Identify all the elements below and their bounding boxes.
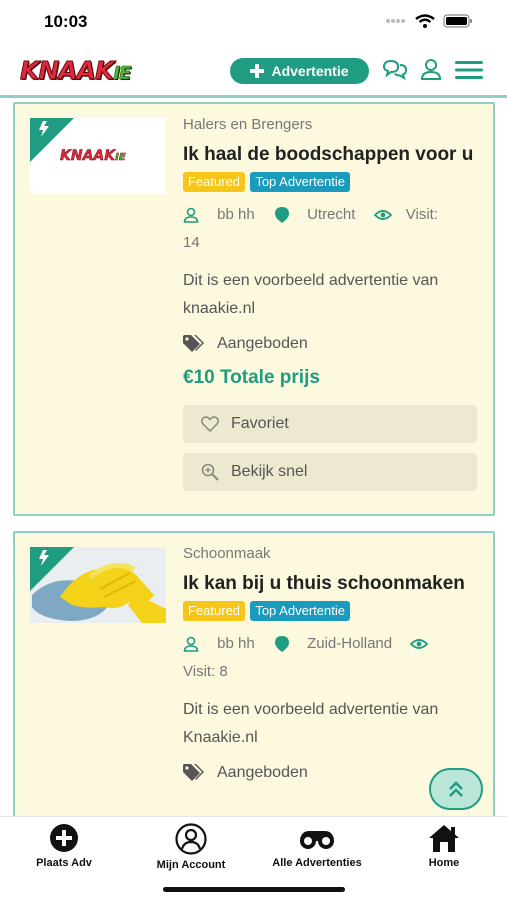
binoculars-icon: [300, 831, 334, 849]
app-header: KNAAKIE Advertentie: [0, 44, 507, 98]
quick-view-label: Bekijk snel: [231, 463, 308, 481]
nav-all-ads-label: Alle Advertenties: [272, 857, 362, 869]
ad-category[interactable]: Schoonmaak: [183, 545, 477, 562]
status-icons: [385, 14, 473, 28]
user-icon: [183, 636, 199, 652]
ad-title-block[interactable]: Ik kan bij u thuis schoonmaken Featured …: [183, 570, 477, 626]
ad-user: bb hh: [217, 206, 255, 224]
ad-card[interactable]: Schoonmaak Ik kan bij u thuis schoonmake…: [13, 531, 495, 816]
signal-icon: [386, 19, 405, 23]
ad-title-block[interactable]: Ik haal de boodschappen voor u Featured …: [183, 141, 477, 197]
add-advertisement-button[interactable]: Advertentie: [230, 58, 369, 84]
nav-post-ad-label: Plaats Adv: [36, 857, 92, 869]
nav-my-account-label: Mijn Account: [156, 859, 226, 871]
logo-suffix-text: IE: [113, 63, 132, 85]
ad-title[interactable]: Ik kan bij u thuis schoonmaken: [183, 573, 465, 594]
ad-price: €10 Totale prijs: [183, 367, 320, 389]
ad-user: bb hh: [217, 635, 255, 653]
ad-location: Utrecht: [307, 206, 356, 224]
lightning-icon: [39, 550, 49, 566]
ad-meta: bb hh Utrecht Visit: 14: [183, 201, 477, 257]
ad-image-logo-suffix: IE: [115, 152, 126, 164]
ad-details: Schoonmaak Ik kan bij u thuis schoonmake…: [183, 545, 477, 782]
bottom-navigation: Plaats Adv Mijn Account Alle Advertentie…: [0, 816, 507, 900]
knaakie-logo[interactable]: KNAAKIE: [19, 56, 132, 86]
top-ad-badge: Top Advertentie: [250, 601, 350, 621]
zoom-icon: [201, 463, 219, 481]
plus-circle-icon: [50, 824, 78, 852]
nav-all-ads[interactable]: Alle Advertenties: [262, 823, 372, 869]
location-pin-icon: [274, 636, 289, 653]
account-icon: [175, 823, 207, 855]
ad-offer-type-label: Aangeboden: [217, 335, 308, 353]
nav-home[interactable]: Home: [414, 823, 474, 869]
user-icon[interactable]: [420, 58, 442, 80]
ad-visits-label: Visit:: [183, 663, 216, 681]
tags-icon: [183, 335, 204, 353]
ad-location: Zuid-Holland: [307, 635, 393, 653]
plus-icon: [250, 64, 265, 78]
ad-offer-type: Aangeboden: [183, 335, 477, 353]
ad-list[interactable]: KNAAKIE Halers en Brengers Ik haal de bo…: [0, 100, 507, 816]
nav-my-account[interactable]: Mijn Account: [146, 823, 236, 871]
ad-title[interactable]: Ik haal de boodschappen voor u: [183, 144, 473, 165]
ad-visits-label: Visit:: [405, 206, 438, 224]
eye-icon: [373, 210, 392, 220]
double-chevron-up-icon: [449, 781, 463, 797]
quick-view-button[interactable]: Bekijk snel: [183, 453, 477, 492]
status-bar: 10:03: [0, 0, 507, 44]
ad-visits-count: 14: [183, 234, 200, 252]
ad-meta: bb hh Zuid-Holland Visit: 8: [183, 630, 477, 686]
nav-post-ad[interactable]: Plaats Adv: [22, 823, 106, 869]
nav-home-label: Home: [428, 857, 460, 869]
eye-icon: [410, 639, 429, 649]
ad-category[interactable]: Halers en Brengers: [183, 116, 477, 133]
chat-icon[interactable]: [382, 58, 408, 80]
ad-details: Halers en Brengers Ik haal de boodschapp…: [183, 116, 477, 492]
menu-icon[interactable]: [455, 61, 483, 79]
featured-ribbon: [30, 118, 74, 162]
location-pin-icon: [274, 207, 289, 224]
ad-description: Dit is een voorbeeld advertentie van kna…: [183, 272, 439, 318]
status-time: 10:03: [44, 12, 88, 31]
add-advertisement-label: Advertentie: [271, 63, 349, 79]
featured-ribbon: [30, 547, 74, 591]
favorite-button[interactable]: Favoriet: [183, 405, 477, 444]
tags-icon: [183, 764, 204, 782]
top-ad-badge: Top Advertentie: [250, 172, 350, 192]
featured-badge: Featured: [183, 601, 246, 621]
featured-badge: Featured: [183, 172, 246, 192]
ad-offer-type-label: Aangeboden: [217, 764, 308, 782]
battery-icon: [443, 14, 472, 28]
scroll-to-top-button[interactable]: [429, 768, 483, 810]
ad-description: Dit is een voorbeeld advertentie van Kna…: [183, 701, 439, 747]
ad-visits-count: 8: [219, 663, 228, 681]
heart-icon: [201, 416, 219, 433]
ad-card[interactable]: KNAAKIE Halers en Brengers Ik haal de bo…: [13, 102, 495, 516]
lightning-icon: [39, 121, 49, 137]
home-icon: [429, 825, 459, 852]
logo-main-text: KNAAK: [19, 56, 114, 86]
favorite-label: Favoriet: [231, 415, 289, 433]
user-icon: [183, 207, 199, 223]
home-indicator: [163, 887, 345, 892]
wifi-icon: [415, 14, 435, 28]
